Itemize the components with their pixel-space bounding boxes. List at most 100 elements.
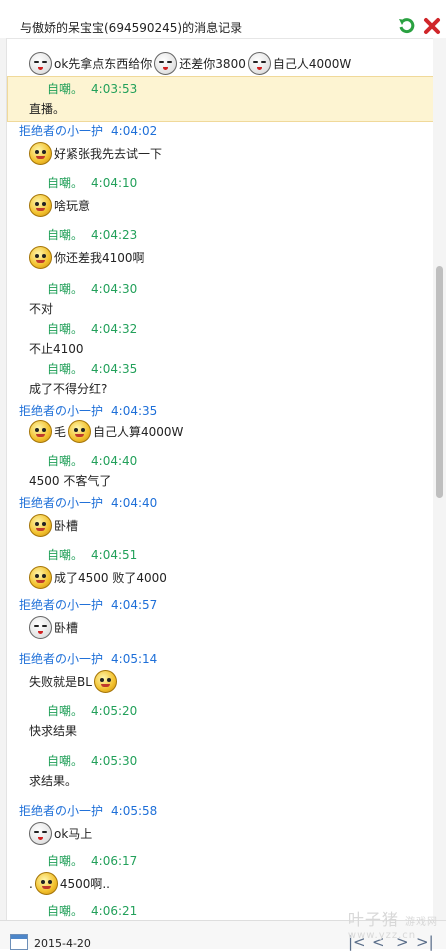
message-content: 4500 不客气了 — [29, 472, 433, 489]
message-header: 自嘲。 4:03:53 — [7, 80, 433, 97]
window-title: 与傲娇的呆宝宝(694590245)的消息记录 — [20, 21, 243, 35]
message-content: ok先拿点东西给你 还差你3800 自己人4000W — [29, 52, 433, 75]
message-body: 卧槽 — [7, 514, 433, 537]
message-header: 自嘲。 4:04:10 — [7, 174, 433, 191]
watermark: 叶子猪 游戏网 www.yzz.cn — [348, 906, 438, 941]
sender-name[interactable]: 拒绝者の小一护 — [19, 124, 103, 138]
message-content: 快求结果 — [29, 722, 433, 739]
scrollbar-thumb[interactable] — [436, 266, 443, 498]
chat-history[interactable]: ok先拿点东西给你 还差你3800 自己人4000W 自嘲。 4:03:53 直播。拒绝者… — [7, 38, 433, 920]
message-content: 不止4100 — [29, 340, 433, 357]
message-time: 4:04:40 — [111, 496, 158, 510]
sender-name[interactable]: 自嘲。 — [47, 362, 83, 376]
message-time: 4:05:30 — [91, 754, 138, 768]
message-header: 拒绝者の小一护 4:05:58 — [7, 802, 433, 819]
message-body: 你还差我4100啊 — [7, 246, 433, 269]
message-text: 4500啊.. — [59, 877, 110, 891]
message-body: 不对 — [7, 300, 433, 317]
sender-name[interactable]: 自嘲。 — [47, 704, 83, 718]
sender-name[interactable]: 自嘲。 — [47, 904, 83, 918]
message-text: 快求结果 — [29, 724, 78, 738]
message-time: 4:05:58 — [111, 804, 158, 818]
sender-name[interactable]: 自嘲。 — [47, 854, 83, 868]
message-time: 4:05:14 — [111, 652, 158, 666]
window-titlebar: 与傲娇的呆宝宝(694590245)的消息记录 — [0, 0, 446, 39]
sender-name[interactable]: 自嘲。 — [47, 454, 83, 468]
date-label: 2015-4-20 — [34, 937, 91, 950]
message-body: 卧槽 — [7, 616, 433, 639]
sender-name[interactable]: 自嘲。 — [47, 754, 83, 768]
message-time: 4:04:30 — [91, 282, 138, 296]
message-content: 不对 — [29, 300, 433, 317]
sender-name[interactable]: 自嘲。 — [47, 82, 83, 96]
message-body: 毛 自己人算4000W — [7, 420, 433, 443]
message-content: . 4500啊.. — [29, 872, 433, 895]
watermark-sub: 游戏网 — [405, 917, 438, 928]
message-header: 自嘲。 4:06:17 — [7, 852, 433, 869]
sender-name[interactable]: 拒绝者の小一护 — [19, 496, 103, 510]
emoji-smile-face-icon — [29, 514, 52, 537]
message-body: 直播。 — [7, 100, 433, 117]
sender-name[interactable]: 自嘲。 — [47, 282, 83, 296]
sender-name[interactable]: 自嘲。 — [47, 228, 83, 242]
sender-name[interactable]: 拒绝者の小一护 — [19, 652, 103, 666]
message-body: . 4500啊.. — [7, 872, 433, 895]
sender-name[interactable]: 自嘲。 — [47, 176, 83, 190]
message-body: 啥玩意 — [7, 194, 433, 217]
emoji-smile-face-icon — [29, 194, 52, 217]
message-content: 啥玩意 — [29, 194, 433, 217]
message-text: 成了4500 败了4000 — [54, 571, 167, 585]
message-header: 自嘲。 4:05:30 — [7, 752, 433, 769]
refresh-icon[interactable] — [397, 16, 417, 36]
message-time: 4:04:35 — [111, 404, 158, 418]
message-text: 自己人算4000W — [93, 425, 184, 439]
message-time: 4:05:20 — [91, 704, 138, 718]
emoji-smile-face-icon — [34, 872, 58, 895]
message-text: 啥玩意 — [54, 199, 91, 213]
message-text: 求结果。 — [29, 774, 78, 788]
message-text: . — [29, 876, 33, 891]
emoji-white-face-icon — [29, 52, 52, 75]
message-text: 失败就是BL — [29, 675, 92, 689]
vertical-scrollbar[interactable] — [433, 38, 446, 920]
message-body: 好紧张我先去试一下 — [7, 142, 433, 165]
message-header: 拒绝者の小一护 4:04:40 — [7, 494, 433, 511]
message-body: ok马上 — [7, 822, 433, 845]
message-content: 卧槽 — [29, 514, 433, 537]
sender-name[interactable]: 拒绝者の小一护 — [19, 804, 103, 818]
emoji-white-face-icon — [29, 822, 52, 845]
message-time: 4:04:02 — [111, 124, 158, 138]
message-text: 自己人4000W — [272, 57, 352, 71]
message-time: 4:04:35 — [91, 362, 138, 376]
message-content: 卧槽 — [29, 616, 433, 639]
message-header: 自嘲。 4:04:40 — [7, 452, 433, 469]
message-content: 你还差我4100啊 — [29, 246, 433, 269]
message-text: 直播。 — [29, 102, 66, 116]
message-time: 4:04:57 — [111, 598, 158, 612]
message-header: 拒绝者の小一护 4:05:14 — [7, 650, 433, 667]
message-time: 4:04:40 — [91, 454, 138, 468]
sender-name[interactable]: 拒绝者の小一护 — [19, 598, 103, 612]
message-text: 4500 不客气了 — [29, 474, 112, 488]
message-body: 成了不得分红? — [7, 380, 433, 397]
message-time: 4:04:32 — [91, 322, 138, 336]
message-body: 成了4500 败了4000 — [7, 566, 433, 589]
sender-name[interactable]: 自嘲。 — [47, 322, 83, 336]
message-body: 快求结果 — [7, 722, 433, 739]
sender-name[interactable]: 自嘲。 — [47, 548, 83, 562]
message-time: 4:06:17 — [91, 854, 138, 868]
sender-name[interactable]: 拒绝者の小一护 — [19, 404, 103, 418]
message-time: 4:03:53 — [91, 82, 138, 96]
message-text: 还差你3800 — [179, 57, 246, 71]
watermark-text: 叶子猪 — [347, 910, 399, 929]
message-text: 毛 — [54, 425, 67, 439]
emoji-smile-face-icon — [68, 420, 92, 443]
close-icon[interactable] — [422, 16, 442, 36]
message-time: 4:06:21 — [91, 904, 138, 918]
message-text: 你还差我4100啊 — [54, 251, 145, 265]
message-content: 求结果。 — [29, 772, 433, 789]
message-header: 自嘲。 4:04:30 — [7, 280, 433, 297]
message-text: ok先拿点东西给你 — [54, 57, 153, 71]
message-text: 不对 — [29, 302, 54, 316]
left-panel-edge — [0, 38, 7, 920]
